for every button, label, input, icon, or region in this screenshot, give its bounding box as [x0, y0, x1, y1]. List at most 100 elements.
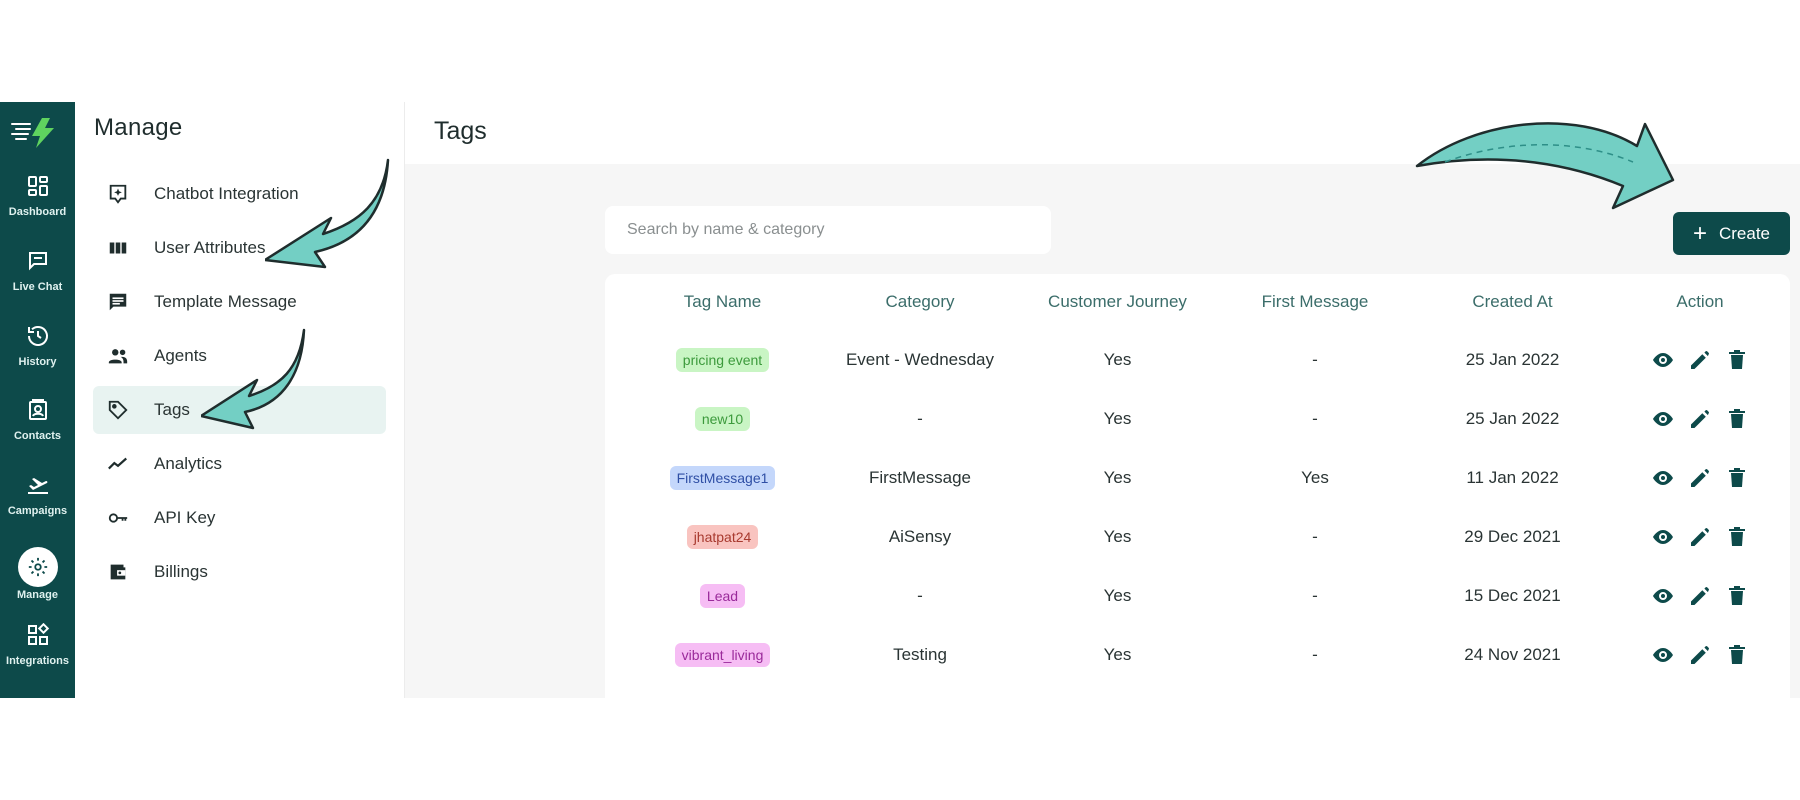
- dashboard-icon: [27, 176, 48, 196]
- cell-created-at: 15 Dec 2021: [1464, 586, 1561, 605]
- cell-actions: [1610, 348, 1790, 372]
- people-icon: [108, 349, 128, 364]
- cell-customer-journey: Yes: [1103, 468, 1132, 487]
- cell-first-message: Yes: [1301, 468, 1329, 487]
- delete-icon[interactable]: [1725, 584, 1749, 608]
- delete-icon[interactable]: [1725, 466, 1749, 490]
- cell-tag: pricing event: [605, 348, 820, 372]
- view-icon[interactable]: [1651, 407, 1675, 431]
- rail-item-contacts[interactable]: Contacts: [0, 398, 75, 468]
- message-icon: [109, 293, 127, 311]
- tag-badge[interactable]: Lead: [699, 584, 746, 608]
- cell-actions: [1610, 643, 1790, 667]
- cell-created-at: 29 Dec 2021: [1464, 527, 1561, 546]
- table-row: FirstMessage1 FirstMessage Yes Yes 11 Jan 20…: [605, 450, 1790, 506]
- active-indicator: [17, 547, 58, 587]
- search-input[interactable]: [605, 206, 1051, 254]
- tags-table: Tag Name Category Customer Journey First…: [605, 274, 1790, 698]
- cell-category: -: [917, 409, 923, 428]
- view-icon[interactable]: [1651, 584, 1675, 608]
- tag-badge[interactable]: new10: [694, 407, 751, 431]
- create-button[interactable]: + Create: [1673, 212, 1790, 255]
- cell-first-message: -: [1312, 586, 1318, 605]
- tag-badge[interactable]: FirstMessage1: [669, 466, 776, 490]
- cell-category: Testing: [893, 645, 947, 664]
- header-tag-name[interactable]: Tag Name: [605, 292, 820, 312]
- view-icon[interactable]: [1651, 525, 1675, 549]
- tag-badge[interactable]: vibrant_living: [674, 643, 771, 667]
- edit-icon[interactable]: [1688, 525, 1712, 549]
- delete-icon[interactable]: [1725, 643, 1749, 667]
- header-category[interactable]: Category: [820, 292, 1020, 312]
- cell-customer-journey: Yes: [1103, 350, 1132, 369]
- header-action: Action: [1676, 292, 1724, 311]
- cell-first-message: -: [1312, 350, 1318, 369]
- chatbot-icon: [109, 184, 127, 204]
- cell-category: AiSensy: [888, 527, 952, 546]
- rail-item-history[interactable]: History: [0, 324, 75, 394]
- table-header: Tag Name Category Customer Journey First…: [605, 274, 1790, 330]
- menu-label: Chatbot Integration: [154, 184, 299, 203]
- edit-icon[interactable]: [1688, 348, 1712, 372]
- main-area: Tags + Create Tag Name Category Customer…: [405, 102, 1800, 698]
- cell-tag: new10: [605, 407, 820, 431]
- cell-customer-journey: Yes: [1103, 645, 1132, 664]
- rail-item-dashboard[interactable]: Dashboard: [0, 174, 75, 244]
- menu-item-user-attributes[interactable]: User Attributes: [93, 224, 386, 272]
- key-icon: [108, 513, 128, 523]
- rail-label: Contacts: [13, 430, 62, 442]
- menu-item-agents[interactable]: Agents: [93, 332, 386, 380]
- app-logo[interactable]: [10, 112, 62, 152]
- table-row: jhatpat24 AiSensy Yes - 29 Dec 2021: [605, 509, 1790, 565]
- menu-label: Analytics: [154, 454, 223, 473]
- menu-item-tags[interactable]: Tags: [93, 386, 386, 434]
- table-row: Lead - Yes - 15 Dec 2021: [605, 568, 1790, 624]
- rail-item-campaigns[interactable]: Campaigns: [0, 473, 75, 543]
- integrations-icon: [27, 623, 49, 645]
- rail-item-integrations[interactable]: Integrations: [0, 623, 75, 693]
- cell-first-message: -: [1312, 645, 1318, 664]
- edit-icon[interactable]: [1688, 407, 1712, 431]
- rail-item-manage[interactable]: Manage: [0, 547, 75, 623]
- cell-first-message: -: [1312, 409, 1318, 428]
- cell-actions: [1610, 525, 1790, 549]
- menu-item-analytics[interactable]: Analytics: [93, 440, 386, 488]
- cell-tag: vibrant_living: [605, 643, 820, 667]
- header-first-message[interactable]: First Message: [1215, 292, 1415, 312]
- cell-created-at: 24 Nov 2021: [1464, 645, 1561, 664]
- trend-icon: [108, 457, 127, 470]
- menu-label: Agents: [154, 346, 207, 365]
- menu-item-chatbot-integration[interactable]: Chatbot Integration: [93, 170, 386, 218]
- menu-label: User Attributes: [154, 238, 266, 257]
- header-customer-journey[interactable]: Customer Journey: [1020, 292, 1215, 312]
- delete-icon[interactable]: [1725, 407, 1749, 431]
- menu-item-api-key[interactable]: API Key: [93, 494, 386, 542]
- rail-item-live-chat[interactable]: Live Chat: [0, 249, 75, 319]
- view-icon[interactable]: [1651, 466, 1675, 490]
- menu-item-template-message[interactable]: Template Message: [93, 278, 386, 326]
- menu-label: Template Message: [154, 292, 297, 311]
- edit-icon[interactable]: [1688, 643, 1712, 667]
- left-rail: Dashboard Live Chat History Contacts Cam…: [0, 102, 75, 698]
- rail-label: History: [18, 356, 57, 368]
- tag-icon: [108, 400, 128, 420]
- tag-badge[interactable]: jhatpat24: [686, 525, 759, 549]
- cell-created-at: 25 Jan 2022: [1465, 350, 1560, 369]
- edit-icon[interactable]: [1688, 584, 1712, 608]
- menu-item-billings[interactable]: Billings: [93, 548, 386, 596]
- view-icon[interactable]: [1651, 348, 1675, 372]
- edit-icon[interactable]: [1688, 466, 1712, 490]
- delete-icon[interactable]: [1725, 348, 1749, 372]
- campaigns-icon: [27, 478, 48, 494]
- header-created-at[interactable]: Created At: [1415, 292, 1610, 312]
- rail-label: Campaigns: [7, 505, 68, 517]
- tag-badge[interactable]: pricing event: [675, 348, 770, 372]
- manage-panel: Manage Chatbot Integration User Attribut…: [75, 102, 405, 698]
- rail-label: Live Chat: [12, 281, 63, 293]
- menu-label: Billings: [154, 562, 208, 581]
- cell-created-at: 11 Jan 2022: [1466, 468, 1559, 487]
- view-icon[interactable]: [1651, 643, 1675, 667]
- delete-icon[interactable]: [1725, 525, 1749, 549]
- cell-actions: [1610, 407, 1790, 431]
- table-row: new10 - Yes - 25 Jan 2022: [605, 391, 1790, 447]
